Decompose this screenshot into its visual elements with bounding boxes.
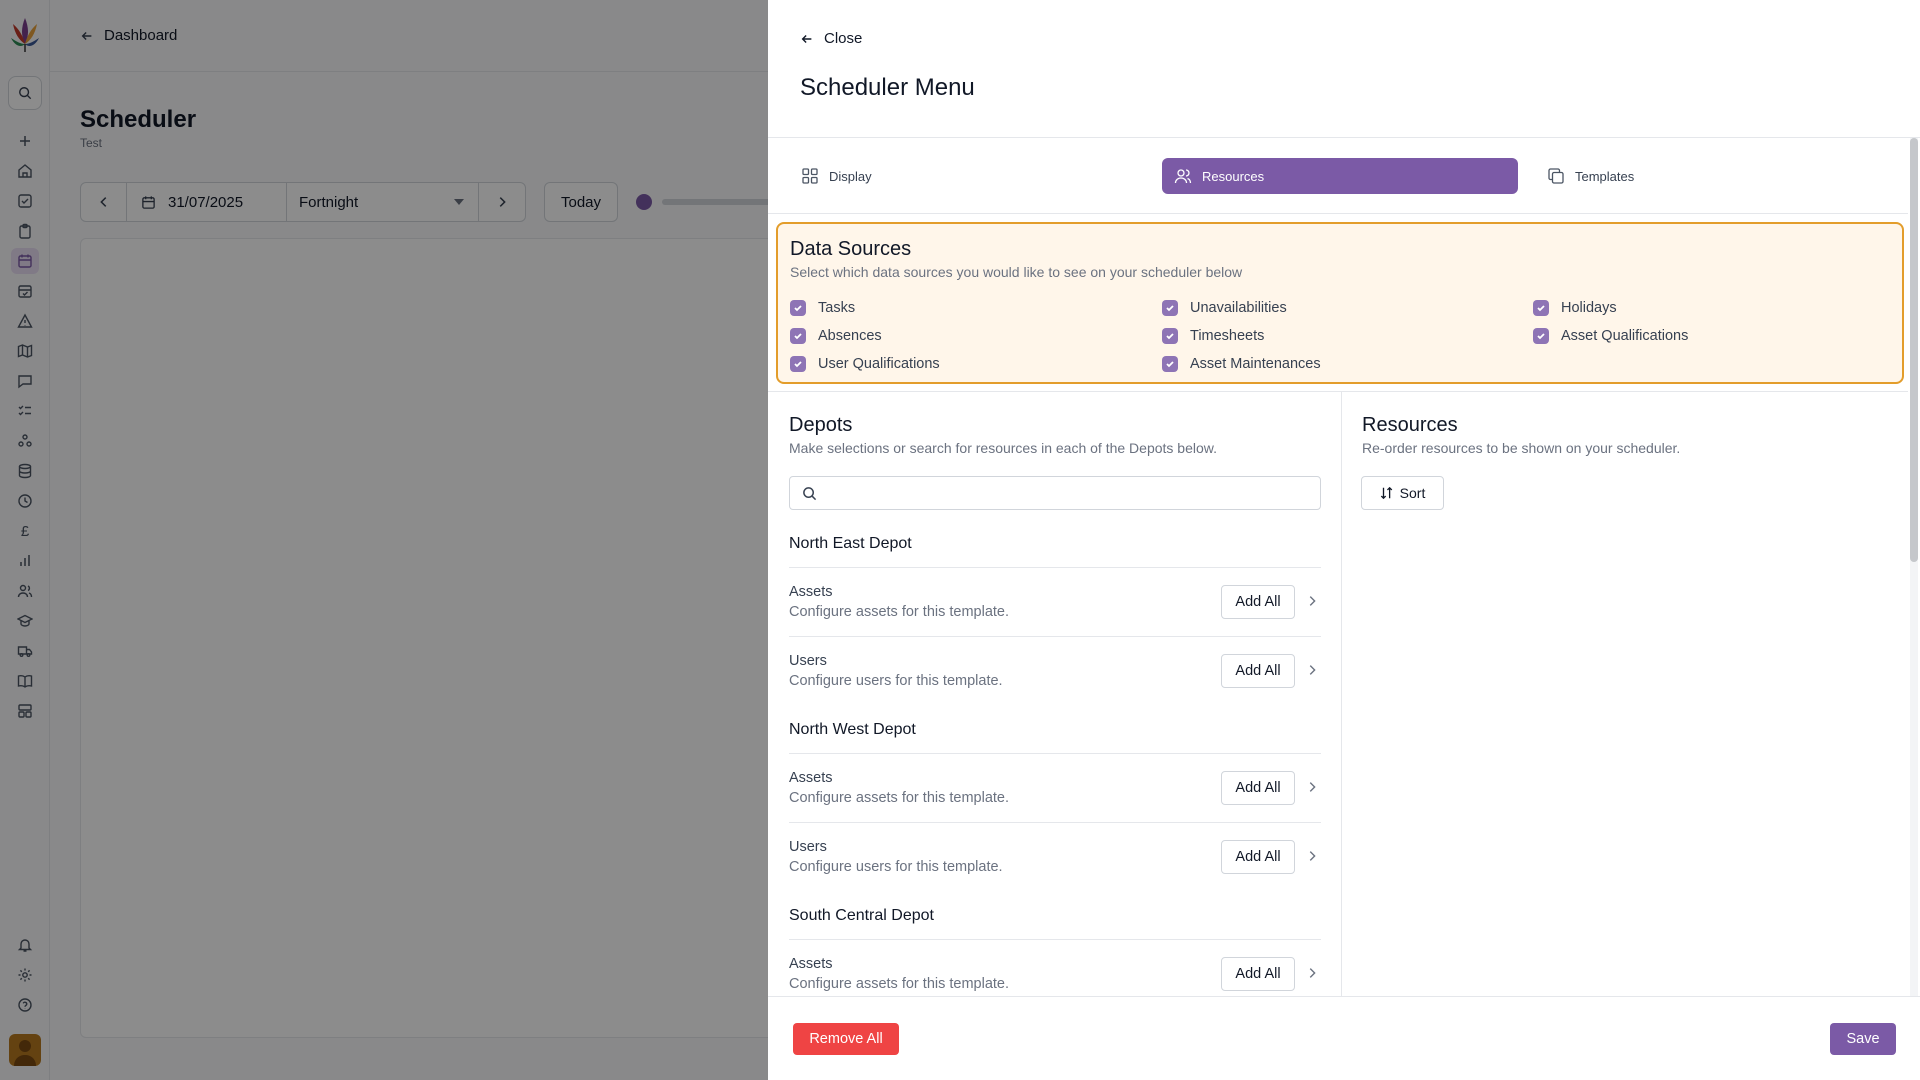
add-all-button[interactable]: Add All — [1221, 654, 1295, 688]
resource-label: Assets — [789, 956, 833, 972]
checkbox-asset-maintenances[interactable]: Asset Maintenances — [1162, 356, 1321, 372]
add-all-button[interactable]: Add All — [1221, 771, 1295, 805]
list-item[interactable]: Users Configure users for this template.… — [789, 823, 1321, 892]
depot-search-input[interactable] — [789, 476, 1321, 510]
add-all-button[interactable]: Add All — [1221, 957, 1295, 991]
copy-icon — [1548, 168, 1564, 184]
resource-label: Assets — [789, 770, 833, 786]
data-sources-panel: Data Sources Select which data sources y… — [776, 222, 1904, 384]
grid-icon — [802, 168, 818, 184]
save-button[interactable]: Save — [1830, 1023, 1896, 1055]
resource-label: Users — [789, 653, 827, 669]
tab-resources-label: Resources — [1202, 168, 1265, 184]
checkbox-label: Unavailabilities — [1190, 300, 1287, 316]
scheduler-menu-drawer: Close Scheduler Menu Display Resources T… — [768, 0, 1920, 1080]
users-icon — [1174, 169, 1192, 184]
add-all-button[interactable]: Add All — [1221, 585, 1295, 619]
checkbox-absences[interactable]: Absences — [790, 328, 882, 344]
checkbox-checked-icon — [1162, 356, 1178, 372]
resource-label: Assets — [789, 584, 833, 600]
resource-description: Configure users for this template. — [789, 673, 1003, 689]
resource-label: Users — [789, 839, 827, 855]
sort-label: Sort — [1399, 485, 1426, 501]
tab-display-label: Display — [829, 168, 872, 184]
sort-button[interactable]: Sort — [1361, 476, 1444, 510]
list-item[interactable]: Assets Configure assets for this templat… — [789, 568, 1321, 637]
checkbox-label: Holidays — [1561, 300, 1617, 316]
resource-description: Configure assets for this template. — [789, 790, 1010, 806]
checkbox-label: Tasks — [818, 300, 856, 316]
checkbox-asset-qualifications[interactable]: Asset Qualifications — [1533, 328, 1688, 344]
resource-description: Configure assets for this template. — [789, 976, 1010, 992]
checkbox-unavailabilities[interactable]: Unavailabilities — [1162, 300, 1287, 316]
depots-subtitle: Make selections or search for resources … — [789, 440, 1217, 456]
checkbox-checked-icon — [1533, 300, 1549, 316]
list-item[interactable]: Assets Configure assets for this templat… — [789, 754, 1321, 823]
remove-all-button[interactable]: Remove All — [793, 1023, 899, 1055]
depot-name: South Central Depot — [789, 892, 1321, 940]
checkbox-holidays[interactable]: Holidays — [1533, 300, 1617, 316]
chevron-right-icon[interactable] — [1305, 849, 1319, 863]
depots-title: Depots — [789, 414, 853, 436]
checkbox-label: Absences — [818, 328, 882, 344]
tab-display[interactable]: Display — [789, 158, 1145, 194]
checkbox-label: Timesheets — [1190, 328, 1265, 344]
checkbox-checked-icon — [790, 300, 806, 316]
drawer-title: Scheduler Menu — [800, 74, 975, 101]
resource-description: Configure users for this template. — [789, 859, 1003, 875]
chevron-right-icon[interactable] — [1305, 663, 1319, 677]
tab-resources[interactable]: Resources — [1162, 158, 1518, 194]
list-item[interactable]: Assets Configure assets for this templat… — [789, 940, 1321, 996]
checkbox-label: User Qualifications — [818, 356, 940, 372]
arrow-left-icon — [801, 34, 812, 43]
depot-name: North West Depot — [789, 706, 1321, 754]
menu-tabs: Display Resources Templates — [768, 138, 1908, 214]
modal-backdrop[interactable] — [0, 0, 768, 1080]
drawer-scrollbar[interactable] — [1910, 138, 1918, 996]
search-field[interactable] — [827, 485, 1317, 501]
data-sources-subtitle: Select which data sources you would like… — [790, 264, 1243, 280]
checkbox-label: Asset Maintenances — [1190, 356, 1321, 372]
chevron-right-icon[interactable] — [1305, 594, 1319, 608]
tab-templates[interactable]: Templates — [1535, 158, 1891, 194]
checkbox-label: Asset Qualifications — [1561, 328, 1689, 344]
checkbox-checked-icon — [790, 356, 806, 372]
checkbox-checked-icon — [1162, 328, 1178, 344]
checkbox-timesheets[interactable]: Timesheets — [1162, 328, 1264, 344]
checkbox-user-qualifications[interactable]: User Qualifications — [790, 356, 940, 372]
data-sources-title: Data Sources — [790, 238, 912, 260]
sort-icon — [1380, 486, 1392, 500]
close-button[interactable]: Close — [800, 30, 862, 47]
search-icon — [803, 486, 817, 500]
resources-subtitle: Re-order resources to be shown on your s… — [1362, 440, 1681, 456]
checkbox-checked-icon — [1533, 328, 1549, 344]
column-divider — [1341, 392, 1342, 996]
scrollbar-thumb[interactable] — [1910, 138, 1918, 562]
checkbox-checked-icon — [790, 328, 806, 344]
list-item[interactable]: Users Configure users for this template.… — [789, 637, 1321, 706]
depot-list: North East Depot Assets Configure assets… — [789, 520, 1321, 996]
chevron-right-icon[interactable] — [1305, 966, 1319, 980]
chevron-right-icon[interactable] — [1305, 780, 1319, 794]
resources-title: Resources — [1362, 414, 1458, 436]
resource-description: Configure assets for this template. — [789, 604, 1010, 620]
checkbox-checked-icon — [1162, 300, 1178, 316]
tab-templates-label: Templates — [1575, 168, 1635, 184]
close-label: Close — [824, 30, 863, 47]
add-all-button[interactable]: Add All — [1221, 840, 1295, 874]
divider — [768, 391, 1908, 392]
drawer-footer: Remove All Save — [768, 996, 1920, 1080]
checkbox-tasks[interactable]: Tasks — [790, 300, 855, 316]
depot-name: North East Depot — [789, 520, 1321, 568]
